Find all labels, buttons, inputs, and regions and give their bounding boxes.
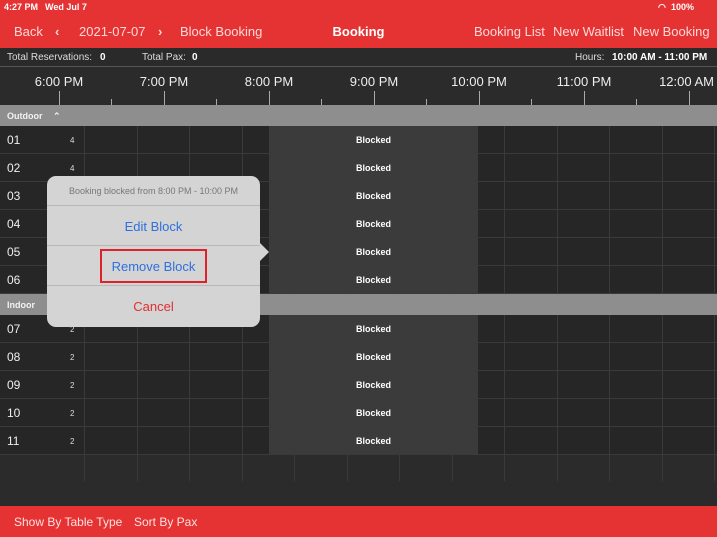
battery-level: 100% xyxy=(671,2,695,12)
summary-bar: Total Reservations: 0 Total Pax: 0 Hours… xyxy=(0,48,717,67)
table-pax: 2 xyxy=(70,437,75,446)
group-name: Indoor xyxy=(7,300,35,310)
time-ruler[interactable]: 6:00 PM 7:00 PM 8:00 PM 9:00 PM 10:00 PM 11:0… xyxy=(0,67,717,105)
table-pax: 4 xyxy=(70,136,75,145)
time-label: 7:00 PM xyxy=(139,74,189,89)
group-header[interactable]: Outdoor ⌃ xyxy=(0,105,717,126)
table-row[interactable]: 09 2 Blocked xyxy=(0,371,717,399)
total-reservations-value: 0 xyxy=(100,52,106,63)
blocked-label[interactable]: Blocked xyxy=(269,380,478,390)
wifi-icon: ◠ xyxy=(658,2,666,12)
remove-block-button[interactable]: Remove Block xyxy=(47,246,260,286)
table-row[interactable]: 11 2 Blocked xyxy=(0,427,717,455)
blocked-label[interactable]: Blocked xyxy=(269,352,478,362)
table-number: 08 xyxy=(7,350,21,364)
table-pax: 2 xyxy=(70,353,75,362)
table-row[interactable]: 01 4 Blocked xyxy=(0,126,717,154)
new-booking-button[interactable]: New Booking xyxy=(633,24,710,39)
table-number: 03 xyxy=(7,189,21,203)
table-number: 05 xyxy=(7,245,21,259)
chevron-up-icon[interactable]: ⌃ xyxy=(53,111,61,121)
time-label: 12:00 AM xyxy=(659,74,714,89)
hour-tick xyxy=(479,91,480,105)
status-time: 4:27 PM xyxy=(4,2,39,12)
status-date: Wed Jul 7 xyxy=(45,2,87,12)
table-row[interactable]: 08 2 Blocked xyxy=(0,343,717,371)
hour-tick xyxy=(689,91,690,105)
table-pax: 2 xyxy=(70,381,75,390)
blocked-label[interactable]: Blocked xyxy=(269,135,478,145)
table-number: 06 xyxy=(7,273,21,287)
hour-tick xyxy=(59,91,60,105)
edit-block-button[interactable]: Edit Block xyxy=(47,206,260,246)
new-waitlist-button[interactable]: New Waitlist xyxy=(553,24,624,39)
time-label: 10:00 PM xyxy=(451,74,507,89)
table-pax: 2 xyxy=(70,409,75,418)
group-name: Outdoor xyxy=(7,111,43,121)
table-number: 07 xyxy=(7,322,21,336)
hour-tick xyxy=(584,91,585,105)
hour-tick xyxy=(269,91,270,105)
table-number: 09 xyxy=(7,378,21,392)
bottom-bar: Show By Table Type Sort By Pax xyxy=(0,506,717,537)
total-reservations-label: Total Reservations: xyxy=(7,52,93,63)
total-pax-label: Total Pax: xyxy=(142,52,186,63)
table-number: 11 xyxy=(7,434,20,448)
blocked-label[interactable]: Blocked xyxy=(269,247,478,257)
highlight-box xyxy=(100,249,207,283)
booking-list-button[interactable]: Booking List xyxy=(474,24,545,39)
popover-message: Booking blocked from 8:00 PM - 10:00 PM xyxy=(47,176,260,206)
cancel-button[interactable]: Cancel xyxy=(47,286,260,326)
blocked-label[interactable]: Blocked xyxy=(269,275,478,285)
time-label: 6:00 PM xyxy=(34,74,84,89)
time-label: 11:00 PM xyxy=(556,74,612,89)
hour-tick xyxy=(374,91,375,105)
total-pax-value: 0 xyxy=(192,52,198,63)
table-number: 10 xyxy=(7,406,21,420)
blocked-label[interactable]: Blocked xyxy=(269,324,478,334)
hours-label: Hours: xyxy=(575,52,605,63)
blocked-label[interactable]: Blocked xyxy=(269,219,478,229)
table-number: 02 xyxy=(7,161,21,175)
table-number: 04 xyxy=(7,217,21,231)
time-label: 8:00 PM xyxy=(244,74,294,89)
hours-value: 10:00 AM - 11:00 PM xyxy=(612,52,708,63)
sort-by-pax-button[interactable]: Sort By Pax xyxy=(134,515,197,529)
block-action-popover: Booking blocked from 8:00 PM - 10:00 PM … xyxy=(47,176,269,327)
blocked-label[interactable]: Blocked xyxy=(269,408,478,418)
blocked-label[interactable]: Blocked xyxy=(269,191,478,201)
show-by-table-type-button[interactable]: Show By Table Type xyxy=(14,515,122,529)
blocked-label[interactable]: Blocked xyxy=(269,436,478,446)
table-row[interactable]: 10 2 Blocked xyxy=(0,399,717,427)
table-pax: 4 xyxy=(70,164,75,173)
top-bar: 4:27 PM Wed Jul 7 100% ◠ Back ‹ 2021-07-… xyxy=(0,0,717,48)
table-number: 01 xyxy=(7,133,21,147)
blocked-label[interactable]: Blocked xyxy=(269,163,478,173)
hour-tick xyxy=(164,91,165,105)
time-label: 9:00 PM xyxy=(349,74,399,89)
popover-arrow xyxy=(260,243,269,261)
